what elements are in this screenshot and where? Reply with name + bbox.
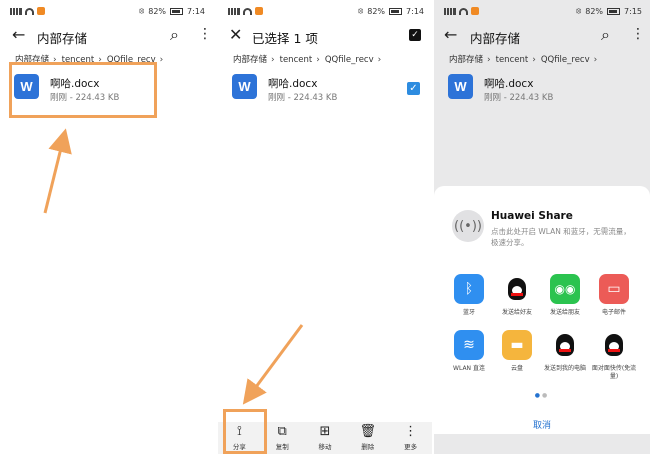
notification-icon xyxy=(255,7,263,15)
more-vert-icon[interactable]: ⋮ xyxy=(198,27,212,41)
chevron-right-icon: › xyxy=(487,55,491,65)
search-icon[interactable]: ⌕ xyxy=(170,27,179,43)
screen-file-manager: ⦻ 82% 7:14 ← 内部存储 ⌕ ⋮ 内部存储 › tencent › QQfile_… xyxy=(0,0,213,454)
app-bar: ← 内部存储 ⌕ ⋮ xyxy=(434,22,650,50)
page-indicator: ●● xyxy=(534,392,550,399)
close-icon[interactable]: ✕ xyxy=(229,27,242,43)
huawei-share-icon[interactable]: ((•)) xyxy=(452,210,484,242)
mute-icon: ⦻ xyxy=(357,6,364,15)
share-app-qq-computer[interactable]: 发送到我的电脑 xyxy=(540,330,590,373)
breadcrumb-item[interactable]: 内部存储 xyxy=(449,55,483,65)
status-bar: ⦻ 82% 7:15 xyxy=(434,0,650,22)
share-app-bluetooth[interactable]: ᛒ 蓝牙 xyxy=(444,274,494,317)
chevron-right-icon: › xyxy=(532,55,536,65)
wifi-direct-icon: ≋ xyxy=(454,330,484,360)
email-icon: ▭ xyxy=(599,274,629,304)
page-title: 内部存储 xyxy=(470,31,521,46)
app-bar: ← 内部存储 ⌕ ⋮ xyxy=(0,22,213,50)
status-bar: ⦻ 82% 7:14 xyxy=(0,0,213,22)
qq-icon xyxy=(502,274,532,304)
file-name: 啊哈.docx xyxy=(484,78,534,90)
copy-button[interactable]: ⧉ 复制 xyxy=(262,424,302,452)
battery-text: 82% xyxy=(585,6,604,16)
breadcrumb-item[interactable]: 内部存储 xyxy=(233,55,267,65)
highlight-box xyxy=(223,409,267,454)
screen-selection: ⦻ 82% 7:14 ✕ 已选择 1 项 ✓ 内部存储 › tencent › QQfile… xyxy=(218,0,432,454)
breadcrumb-item[interactable]: QQfile_recv xyxy=(541,55,590,65)
qq-icon xyxy=(550,330,580,360)
wifi-icon xyxy=(25,7,34,15)
move-icon: ⊞ xyxy=(319,424,331,439)
delete-button[interactable]: 🗑 删除 xyxy=(348,424,388,452)
share-app-wechat[interactable]: ◉◉ 发送给朋友 xyxy=(540,274,590,317)
share-sheet: ((•)) Huawei Share 点击此处开启 WLAN 和蓝牙，无需流量，… xyxy=(434,186,650,434)
battery-text: 82% xyxy=(148,6,167,16)
status-bar: ⦻ 82% 7:14 xyxy=(218,0,432,22)
screen-share-sheet: ⦻ 82% 7:15 ← 内部存储 ⌕ ⋮ 内部存储 › tencent › QQfile_… xyxy=(434,0,650,454)
breadcrumb: 内部存储 › tencent › QQfile_recv › xyxy=(449,53,650,65)
chevron-right-icon: › xyxy=(377,55,382,65)
clock: 7:14 xyxy=(187,6,205,16)
more-vert-icon[interactable]: ⋮ xyxy=(631,27,645,41)
battery-text: 82% xyxy=(367,6,386,16)
share-app-wlan-direct[interactable]: ≋ WLAN 直连 xyxy=(444,330,494,373)
battery-icon xyxy=(607,7,621,15)
clock: 7:14 xyxy=(406,6,424,16)
file-list-item[interactable]: W 啊哈.docx 刚刚 - 224.43 KB ✓ xyxy=(232,74,422,108)
move-button[interactable]: ⊞ 移动 xyxy=(305,424,345,452)
wifi-icon xyxy=(459,7,468,15)
folder-icon: ▬ xyxy=(502,330,532,360)
breadcrumb-item[interactable]: tencent xyxy=(496,55,529,65)
clock: 7:15 xyxy=(624,6,642,16)
file-meta: 刚刚 - 224.43 KB xyxy=(268,93,338,103)
word-file-icon: W xyxy=(448,74,473,99)
file-name: 啊哈.docx xyxy=(268,78,318,90)
cancel-button[interactable]: 取消 xyxy=(434,418,650,431)
share-app-email[interactable]: ▭ 电子邮件 xyxy=(589,274,639,317)
mute-icon: ⦻ xyxy=(138,6,145,15)
file-list-item[interactable]: W 啊哈.docx 刚刚 - 224.43 KB xyxy=(448,74,640,108)
delete-icon: 🗑 xyxy=(359,424,377,439)
selection-bar: ✕ 已选择 1 项 ✓ xyxy=(218,22,432,50)
chevron-right-icon: › xyxy=(159,55,164,65)
share-app-qq-face-to-face[interactable]: 面对面快传(免流量) xyxy=(589,330,639,381)
breadcrumb-item[interactable]: tencent xyxy=(280,55,313,65)
word-file-icon: W xyxy=(232,74,257,99)
signal-icon xyxy=(228,7,240,15)
wifi-icon xyxy=(243,7,252,15)
wechat-icon: ◉◉ xyxy=(550,274,580,304)
battery-icon xyxy=(170,7,184,15)
bluetooth-icon: ᛒ xyxy=(454,274,484,304)
chevron-right-icon: › xyxy=(271,55,275,65)
select-all-icon[interactable]: ✓ xyxy=(409,29,421,41)
more-button[interactable]: ⋮ 更多 xyxy=(391,424,431,452)
notification-icon xyxy=(471,7,479,15)
signal-icon xyxy=(444,7,456,15)
back-arrow-icon[interactable]: ← xyxy=(444,27,457,43)
battery-icon xyxy=(389,7,403,15)
chevron-right-icon: › xyxy=(593,55,598,65)
signal-icon xyxy=(10,7,22,15)
breadcrumb: 内部存储 › tencent › QQfile_recv › xyxy=(233,53,432,65)
file-meta: 刚刚 - 224.43 KB xyxy=(484,93,554,103)
share-app-qq-friend[interactable]: 发送给好友 xyxy=(492,274,542,317)
share-app-cloud-drive[interactable]: ▬ 云盘 xyxy=(492,330,542,373)
mute-icon: ⦻ xyxy=(575,6,582,15)
back-arrow-icon[interactable]: ← xyxy=(12,27,25,43)
notification-icon xyxy=(37,7,45,15)
highlight-box xyxy=(9,62,157,118)
page-title: 内部存储 xyxy=(37,31,88,46)
breadcrumb-item[interactable]: QQfile_recv xyxy=(325,55,374,65)
more-icon: ⋮ xyxy=(404,424,418,439)
chevron-right-icon: › xyxy=(316,55,320,65)
huawei-share-desc[interactable]: 点击此处开启 WLAN 和蓝牙，无需流量，极速分享。 xyxy=(491,226,631,248)
qq-icon xyxy=(599,330,629,360)
selection-title: 已选择 1 项 xyxy=(252,31,318,46)
search-icon[interactable]: ⌕ xyxy=(601,27,610,43)
file-checkbox[interactable]: ✓ xyxy=(407,82,420,95)
copy-icon: ⧉ xyxy=(277,424,287,439)
huawei-share-title[interactable]: Huawei Share xyxy=(491,210,573,222)
